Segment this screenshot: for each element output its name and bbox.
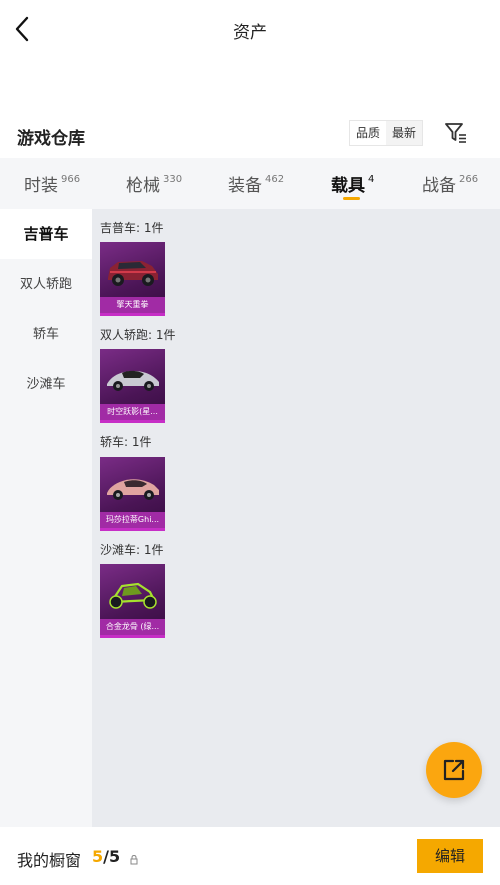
edit-button[interactable]: 编辑 (417, 839, 483, 873)
coupe-image (107, 370, 159, 391)
sedan-image (107, 479, 159, 500)
tab-supplies[interactable]: 战备 266 (422, 171, 478, 196)
tab-weapons[interactable]: 枪械 330 (126, 171, 182, 196)
group-label-jeep: 吉普车: 1件 (100, 221, 164, 235)
group-label-coupe: 双人轿跑: 1件 (100, 328, 176, 342)
showcase-count: 5/5 (92, 847, 121, 866)
filter-icon[interactable] (444, 122, 468, 144)
top-bar: 资产 (0, 0, 500, 58)
vehicle-name: 擎天重拳 (100, 297, 165, 313)
tab-equipment[interactable]: 装备 462 (228, 171, 284, 196)
jeep-image (108, 261, 158, 286)
category-tabs: 时装 966 枪械 330 装备 462 载具 4 战备 266 (0, 158, 500, 209)
sort-newest-button[interactable]: 最新 (386, 121, 422, 145)
vehicle-card[interactable]: 合金龙骨 (绿... (100, 564, 165, 638)
vehicle-type-sidebar: 吉普车 双人轿跑 轿车 沙滩车 (0, 209, 92, 827)
vehicle-card[interactable]: 时空跃影(星... (100, 349, 165, 423)
sort-toggle: 品质 最新 (349, 120, 424, 146)
vehicle-card[interactable]: 擎天重拳 (100, 242, 165, 316)
tab-vehicles[interactable]: 载具 4 (331, 171, 374, 196)
group-label-sedan: 轿车: 1件 (100, 435, 152, 449)
external-link-icon (443, 759, 465, 781)
warehouse-header: 游戏仓库 品质 最新 (0, 116, 500, 156)
showcase-bar: 我的橱窗 5/5 编辑 (0, 827, 500, 885)
vehicle-list: 吉普车: 1件 擎天重拳 双人轿跑: 1件 时空跃影(星... 轿车: 1件 玛… (92, 209, 500, 827)
section-title: 游戏仓库 (17, 129, 85, 149)
tab-fashion[interactable]: 时装 966 (24, 171, 80, 196)
vehicle-name: 合金龙骨 (绿... (100, 619, 165, 635)
page-title: 资产 (233, 23, 267, 43)
group-label-buggy: 沙滩车: 1件 (100, 543, 164, 557)
sidebar-item-jeep[interactable]: 吉普车 (0, 209, 92, 259)
vehicle-name: 时空跃影(星... (100, 404, 165, 420)
sidebar-item-coupe[interactable]: 双人轿跑 (0, 275, 92, 295)
showcase-label: 我的橱窗 (17, 851, 82, 870)
lock-icon (129, 851, 139, 865)
vehicle-name: 玛莎拉蒂Ghi... (100, 512, 165, 528)
sidebar-item-buggy[interactable]: 沙滩车 (0, 375, 92, 395)
share-button[interactable] (426, 742, 482, 798)
sort-quality-button[interactable]: 品质 (350, 121, 387, 145)
buggy-image (109, 582, 157, 609)
active-tab-indicator (343, 197, 360, 200)
vehicle-card[interactable]: 玛莎拉蒂Ghi... (100, 457, 165, 531)
sidebar-item-sedan[interactable]: 轿车 (0, 325, 92, 345)
